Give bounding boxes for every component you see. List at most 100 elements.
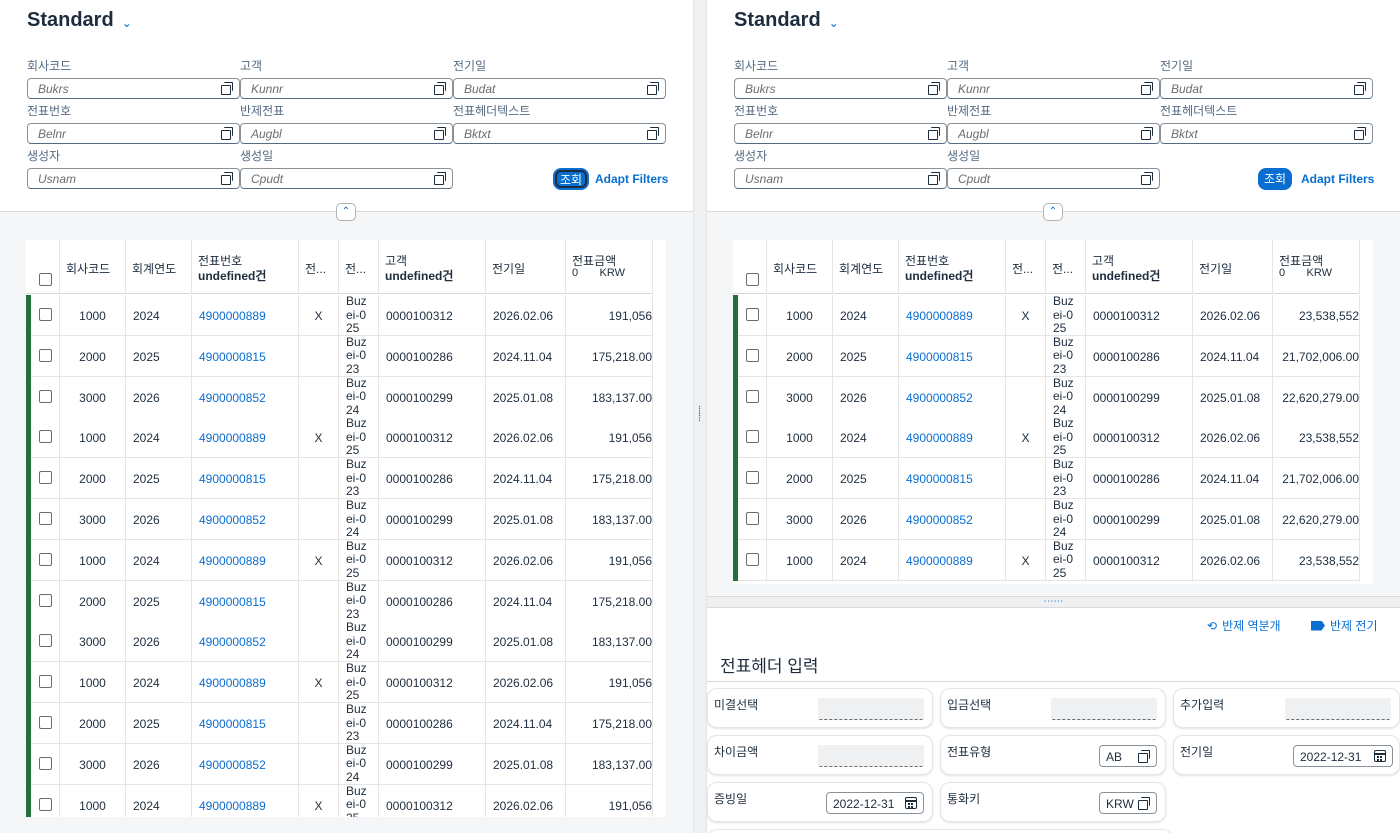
filter-input[interactable]: Budat [453, 78, 666, 99]
unsettled-select-field[interactable] [818, 698, 924, 720]
row-select-checkbox[interactable] [746, 430, 759, 444]
column-header[interactable]: 전기일 [1193, 240, 1273, 294]
table-row[interactable]: 1000 2024 4900000889 X Buzei-025 0000100312 20… [733, 417, 1360, 459]
table-row[interactable]: 2000 2025 4900000815 Buzei-023 0000100286 202… [733, 335, 1360, 377]
row-select-checkbox[interactable] [39, 512, 52, 525]
filter-input[interactable]: Bukrs [734, 78, 947, 99]
table-cell[interactable]: 4900000852 [899, 376, 1006, 418]
column-header[interactable]: 전표번호 undefined건 [899, 240, 1006, 294]
currency-input[interactable]: KRW [1099, 792, 1157, 814]
chevron-up-icon[interactable]: ⌃ [342, 206, 350, 217]
row-select-checkbox[interactable] [39, 273, 52, 286]
table-row[interactable]: 2000 2025 4900000815 Buzei-023 0000100286 202… [733, 458, 1360, 500]
value-help-icon[interactable] [647, 82, 659, 95]
value-help-icon[interactable] [221, 172, 233, 185]
go-button[interactable]: 조회 [1258, 168, 1293, 190]
value-help-icon[interactable] [928, 172, 940, 185]
drag-grip-icon[interactable]: ⁞ ⁞ [698, 406, 704, 424]
table-cell[interactable]: 4900000852 [192, 499, 299, 540]
document-link[interactable]: 4900000852 [199, 635, 266, 649]
column-header[interactable]: 회계연도 [126, 240, 192, 294]
table-row[interactable]: 2000 2025 4900000815 Buzei-023 0000100286 202… [26, 580, 653, 622]
table-row[interactable]: 3000 2026 4900000852 Buzei-024 0000100299 202… [733, 499, 1360, 540]
chevron-down-icon[interactable]: ⌄ [829, 16, 839, 30]
value-help-icon[interactable] [1354, 82, 1366, 95]
table-cell[interactable]: 4900000815 [899, 335, 1006, 377]
row-select-checkbox[interactable] [39, 716, 52, 729]
table-row[interactable]: 1000 2024 4900000889 X Buzei-025 0000100312 20… [26, 417, 653, 459]
table-row[interactable]: 3000 2026 4900000852 Buzei-024 0000100299 202… [26, 499, 653, 540]
document-link[interactable]: 4900000889 [906, 309, 973, 323]
document-link[interactable]: 4900000889 [199, 431, 266, 445]
document-link[interactable]: 4900000889 [199, 309, 266, 323]
document-link[interactable]: 4900000815 [199, 717, 266, 731]
table-cell[interactable]: 4900000889 [899, 417, 1006, 459]
variant-selector[interactable]: Standard ⌄ [734, 9, 839, 32]
calendar-icon[interactable] [1374, 750, 1386, 762]
document-link[interactable]: 4900000815 [199, 350, 266, 364]
row-select-checkbox[interactable] [39, 634, 52, 648]
document-link[interactable]: 4900000889 [199, 799, 266, 813]
payment-select-field[interactable] [1051, 698, 1157, 720]
table-cell[interactable]: 4900000852 [192, 743, 299, 785]
table-cell[interactable]: 4900000852 [899, 499, 1006, 540]
column-header[interactable]: 회사코드 [60, 240, 126, 294]
row-select-checkbox[interactable] [39, 389, 52, 403]
filter-input[interactable]: Cpudt [240, 168, 453, 189]
table-row[interactable]: 1000 2024 4900000889 X Buzei-025 0000100312 20… [26, 662, 653, 704]
document-link[interactable]: 4900000889 [906, 431, 973, 445]
column-header[interactable]: 회계연도 [833, 240, 899, 294]
value-help-icon[interactable] [221, 127, 233, 140]
table-row[interactable]: 3000 2026 4900000852 Buzei-024 0000100299 202… [26, 743, 653, 785]
filter-input[interactable]: Kunnr [240, 78, 453, 99]
table-cell[interactable]: 4900000889 [899, 295, 1006, 336]
chevron-down-icon[interactable]: ⌄ [122, 16, 132, 30]
row-select-checkbox[interactable] [39, 430, 52, 444]
row-select-checkbox[interactable] [39, 593, 52, 607]
filter-input[interactable]: Usnam [734, 168, 947, 189]
row-select-checkbox[interactable] [746, 471, 759, 485]
table-row[interactable]: 1000 2024 4900000889 X Buzei-025 0000100312 20… [733, 295, 1360, 336]
table-cell[interactable]: 4900000889 [192, 295, 299, 336]
post-clearing-button[interactable]: 반제 전기 [1311, 617, 1378, 634]
filter-input[interactable]: Belnr [27, 123, 240, 144]
drag-handle-icon[interactable]: ⋯⋯ [1044, 596, 1064, 607]
table-row[interactable]: 3000 2026 4900000852 Buzei-024 0000100299 202… [26, 621, 653, 663]
value-help-icon[interactable] [434, 172, 446, 185]
table-row[interactable]: 1000 2024 4900000889 X Buzei-025 0000100312 20… [26, 784, 653, 817]
filter-input[interactable]: Budat [1160, 78, 1373, 99]
table-row[interactable]: 2000 2025 4900000815 Buzei-023 0000100286 202… [26, 703, 653, 744]
reverse-clearing-button[interactable]: ⟲ 반제 역분개 [1207, 617, 1281, 634]
row-select-checkbox[interactable] [39, 308, 52, 321]
row-select-checkbox[interactable] [39, 797, 52, 811]
table-cell[interactable]: 4900000815 [899, 458, 1006, 500]
row-select-checkbox[interactable] [746, 273, 759, 286]
value-help-icon[interactable] [928, 127, 940, 140]
document-link[interactable]: 4900000889 [199, 676, 266, 690]
value-help-icon[interactable] [434, 127, 446, 140]
row-select-checkbox[interactable] [746, 348, 759, 362]
row-select-checkbox[interactable] [39, 348, 52, 362]
variant-title[interactable]: Standard [734, 9, 821, 32]
row-select-checkbox[interactable] [39, 552, 52, 566]
document-link[interactable]: 4900000889 [199, 554, 266, 568]
filter-input[interactable]: Augbl [947, 123, 1160, 144]
table-row[interactable]: 3000 2026 4900000852 Buzei-024 0000100299 202… [26, 376, 653, 418]
adapt-filters-button[interactable]: Adapt Filters [595, 172, 668, 186]
value-help-icon[interactable] [434, 82, 446, 95]
value-help-icon[interactable] [928, 82, 940, 95]
row-select-checkbox[interactable] [746, 512, 759, 525]
document-link[interactable]: 4900000815 [906, 350, 973, 364]
row-select-checkbox[interactable] [746, 389, 759, 403]
document-link[interactable]: 4900000852 [906, 391, 973, 405]
column-header[interactable]: 전... [339, 240, 379, 294]
filter-input[interactable]: Bktxt [1160, 123, 1373, 144]
table-cell[interactable]: 4900000815 [192, 703, 299, 744]
table-cell[interactable]: 4900000815 [192, 580, 299, 622]
table-row[interactable]: 1000 2024 4900000889 X Buzei-025 0000100312 20… [26, 539, 653, 581]
value-help-icon[interactable] [1141, 82, 1153, 95]
table-cell[interactable]: 4900000889 [899, 539, 1006, 581]
row-select-checkbox[interactable] [746, 552, 759, 566]
value-help-icon[interactable] [1138, 797, 1150, 810]
filter-input[interactable]: Augbl [240, 123, 453, 144]
